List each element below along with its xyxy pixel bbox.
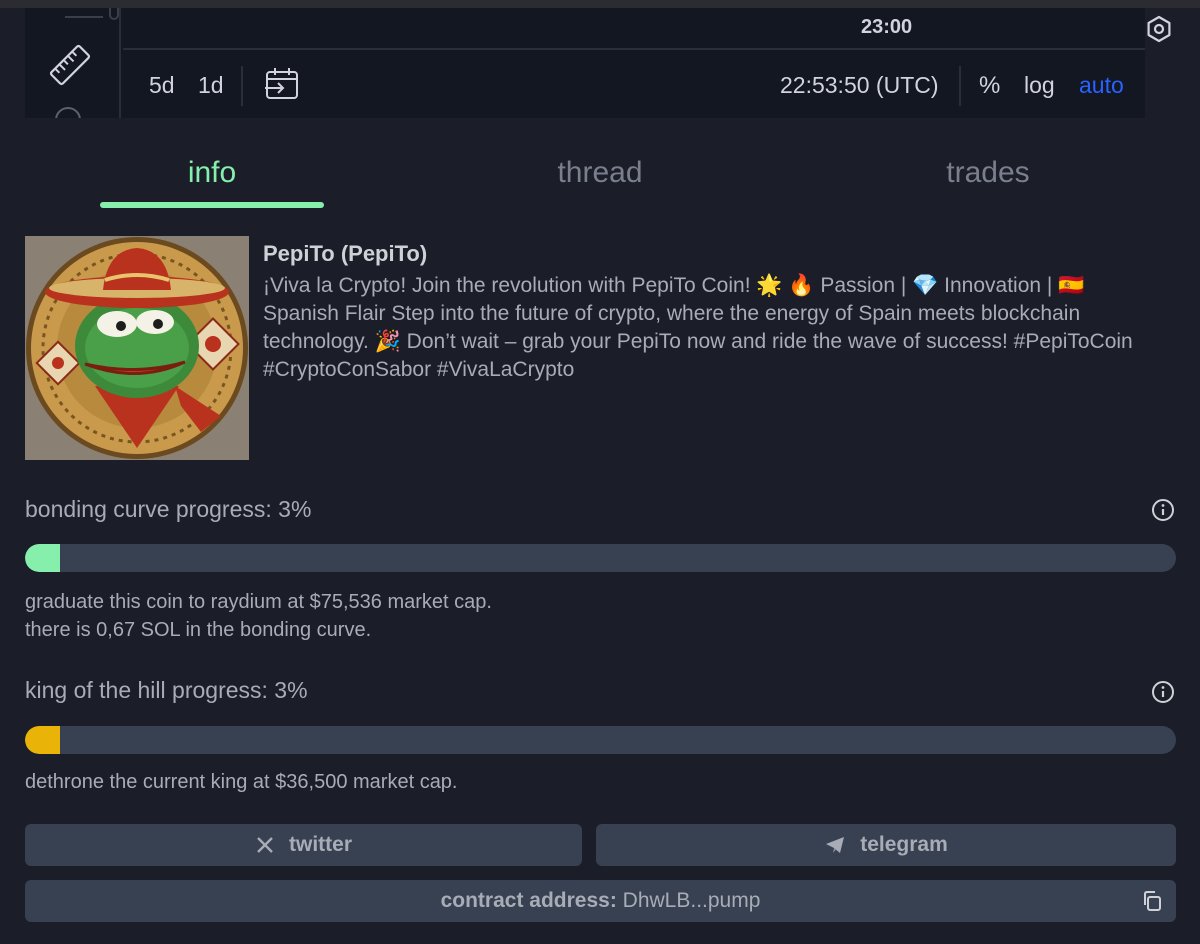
percent-scale-toggle[interactable]: %	[979, 72, 1000, 100]
go-to-date-icon[interactable]	[263, 66, 301, 102]
auto-scale-toggle[interactable]: auto	[1079, 72, 1124, 99]
top-strip	[0, 0, 1200, 8]
bonding-graduate-note: graduate this coin to raydium at $75,536…	[25, 591, 492, 613]
bonding-sol-note: there is 0,67 SOL in the bonding curve.	[25, 619, 372, 641]
chart-panel: 23:00 5d 1d 22:53:50 (UTC) % log auto	[25, 8, 1171, 118]
toolbar-scroll-track	[65, 16, 103, 18]
bonding-curve-progress-label: bonding curve progress: 3%	[25, 496, 312, 522]
more-tools-icon[interactable]	[53, 104, 83, 118]
telegram-icon	[826, 837, 845, 853]
token-description: ¡Viva la Crypto! Join the revolution wit…	[263, 274, 1133, 381]
time-axis-row: 23:00	[123, 8, 1171, 50]
contract-address-value: DhwLB...pump	[622, 889, 761, 912]
contract-address-label: contract address:	[440, 889, 617, 912]
contract-address-text: contract address: DhwLB...pump	[25, 889, 1176, 913]
chart-controls-row: 5d 1d 22:53:50 (UTC) % log auto	[123, 52, 1145, 118]
twitter-button[interactable]: twitter	[25, 824, 582, 866]
settings-icon[interactable]	[1144, 14, 1174, 44]
telegram-button[interactable]: telegram	[596, 824, 1176, 866]
copy-icon[interactable]	[1141, 890, 1163, 912]
range-1d-button[interactable]: 1d	[198, 72, 224, 99]
token-title: PepiTo (PepiTo)	[263, 241, 428, 266]
toolbar-scroll-handle[interactable]	[109, 8, 119, 20]
king-of-the-hill-progress-fill	[25, 726, 60, 754]
time-axis-label: 23:00	[861, 16, 913, 38]
divider	[959, 66, 961, 106]
contract-address-bar[interactable]: contract address: DhwLB...pump	[25, 880, 1176, 922]
king-of-the-hill-progress-label: king of the hill progress: 3%	[25, 677, 308, 703]
utc-clock[interactable]: 22:53:50 (UTC)	[780, 72, 939, 99]
bonding-curve-info-icon[interactable]	[1151, 498, 1175, 522]
range-5d-button[interactable]: 5d	[149, 72, 175, 99]
token-image	[25, 236, 249, 460]
chart-drawing-toolbar	[25, 8, 121, 118]
king-of-the-hill-progress-bar	[25, 726, 1176, 754]
divider	[241, 66, 243, 106]
telegram-button-label: telegram	[860, 833, 948, 856]
ruler-icon[interactable]	[47, 42, 93, 88]
tab-thread[interactable]: thread	[500, 156, 700, 190]
king-of-the-hill-info-icon[interactable]	[1151, 680, 1175, 704]
twitter-button-label: twitter	[289, 833, 352, 856]
active-tab-indicator	[100, 202, 324, 208]
tab-trades[interactable]: trades	[888, 156, 1088, 190]
tab-info[interactable]: info	[100, 156, 324, 190]
king-of-the-hill-note: dethrone the current king at $36,500 mar…	[25, 771, 458, 793]
log-scale-toggle[interactable]: log	[1024, 72, 1055, 99]
bonding-curve-progress-fill	[25, 544, 60, 572]
bonding-curve-progress-bar	[25, 544, 1176, 572]
x-logo-icon	[257, 837, 273, 853]
